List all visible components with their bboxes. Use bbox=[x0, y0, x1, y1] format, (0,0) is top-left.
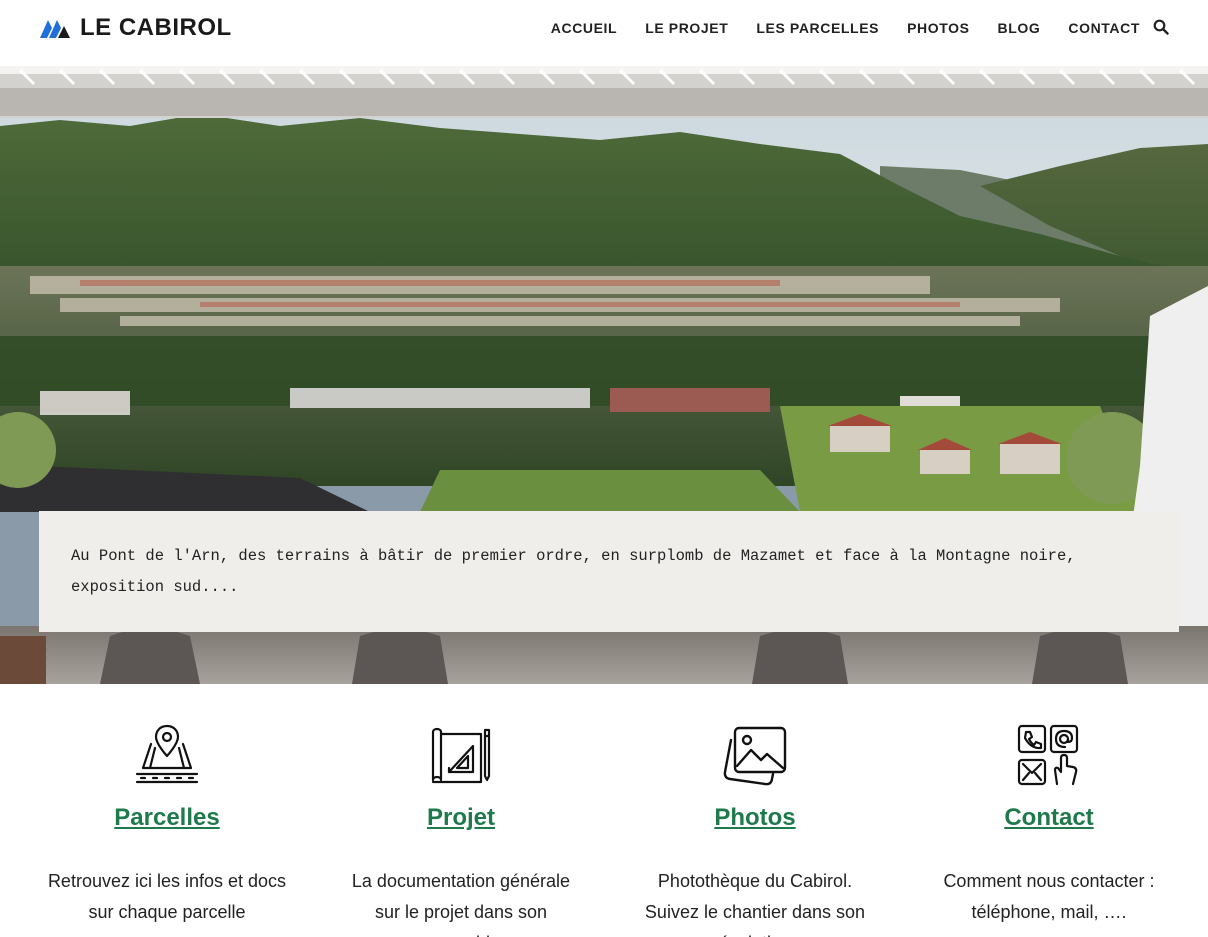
nav-item-le-projet[interactable]: LE PROJET bbox=[645, 20, 728, 36]
site-header: LE CABIROL ACCUEIL LE PROJET LES PARCELL… bbox=[0, 0, 1208, 66]
feature-desc-parcelles: Retrouvez ici les infos et docs sur chaq… bbox=[47, 871, 287, 922]
contact-channels-icon bbox=[1017, 724, 1079, 786]
hero-banner: Au Pont de l'Arn, des terrains à bâtir d… bbox=[0, 66, 1208, 684]
features-section: Parcelles Retrouvez ici les infos et doc… bbox=[0, 684, 1208, 937]
photo-gallery-icon bbox=[723, 726, 787, 786]
hero-caption-text: Au Pont de l'Arn, des terrains à bâtir d… bbox=[71, 547, 1076, 596]
brand-name: LE CABIROL bbox=[80, 14, 232, 41]
nav-item-photos[interactable]: PHOTOS bbox=[907, 20, 969, 36]
map-pin-plot-icon bbox=[135, 724, 199, 784]
main-nav: ACCUEIL LE PROJET LES PARCELLES PHOTOS B… bbox=[551, 0, 1140, 56]
nav-item-les-parcelles[interactable]: LES PARCELLES bbox=[756, 20, 879, 36]
site-logo[interactable]: LE CABIROL bbox=[40, 14, 232, 42]
feature-desc-contact: Comment nous contacter : téléphone, mail… bbox=[943, 871, 1155, 922]
feature-title-parcelles[interactable]: Parcelles bbox=[27, 804, 307, 832]
feature-title-projet[interactable]: Projet bbox=[321, 804, 601, 832]
feature-title-contact[interactable]: Contact bbox=[909, 804, 1189, 832]
nav-item-contact[interactable]: CONTACT bbox=[1068, 20, 1140, 36]
blueprint-icon bbox=[431, 727, 491, 784]
search-icon[interactable] bbox=[1153, 19, 1169, 35]
hero-caption-box: Au Pont de l'Arn, des terrains à bâtir d… bbox=[39, 511, 1179, 632]
feature-title-photos[interactable]: Photos bbox=[615, 804, 895, 832]
nav-item-accueil[interactable]: ACCUEIL bbox=[551, 20, 617, 36]
nav-item-blog[interactable]: BLOG bbox=[998, 20, 1041, 36]
feature-desc-projet: La documentation générale sur le projet … bbox=[351, 871, 571, 937]
feature-desc-photos: Photothèque du Cabirol. Suivez le chanti… bbox=[644, 871, 866, 937]
mountain-logo-icon bbox=[40, 20, 70, 38]
